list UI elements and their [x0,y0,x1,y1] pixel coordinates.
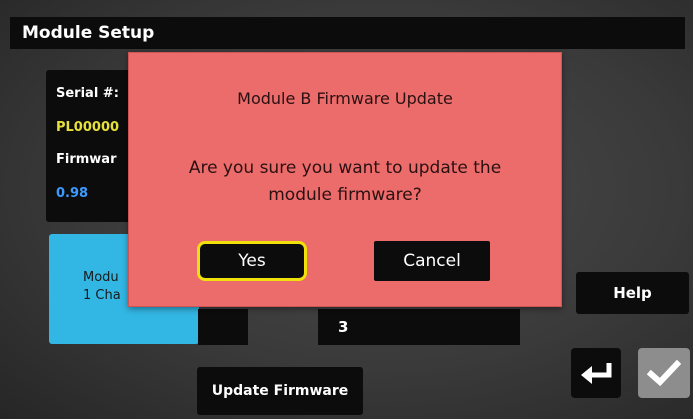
serial-label: Serial #: [56,86,119,101]
dialog-title: Module B Firmware Update [237,89,453,108]
dialog-message-line1: Are you sure you want to update the [188,158,502,178]
ok-button[interactable] [638,348,690,398]
serial-value: PL00000 [56,120,120,135]
return-arrow-icon [581,363,612,384]
module-tile-label: Modu [83,270,119,285]
checkmark-icon [647,359,681,387]
yes-button[interactable]: Yes [197,241,307,281]
firmware-update-dialog: Module B Firmware Update Are you sure yo… [128,52,562,307]
setting-field-small[interactable] [198,309,248,345]
title-bar: Module Setup [10,17,685,49]
dialog-message: Are you sure you want to update the modu… [149,155,541,209]
firmware-version-value: 0.98 [56,186,89,201]
value-field-text: 3 [338,318,349,336]
help-button[interactable]: Help [576,272,689,314]
firmware-label: Firmwar [56,152,117,167]
update-firmware-button[interactable]: Update Firmware [197,367,363,415]
window-title: Module Setup [22,23,155,43]
dialog-message-line2: module firmware? [268,185,422,205]
cancel-button[interactable]: Cancel [374,241,490,281]
back-button[interactable] [571,348,621,398]
value-field[interactable]: 3 [318,309,520,345]
module-tile-channel-label: 1 Cha [83,288,121,303]
